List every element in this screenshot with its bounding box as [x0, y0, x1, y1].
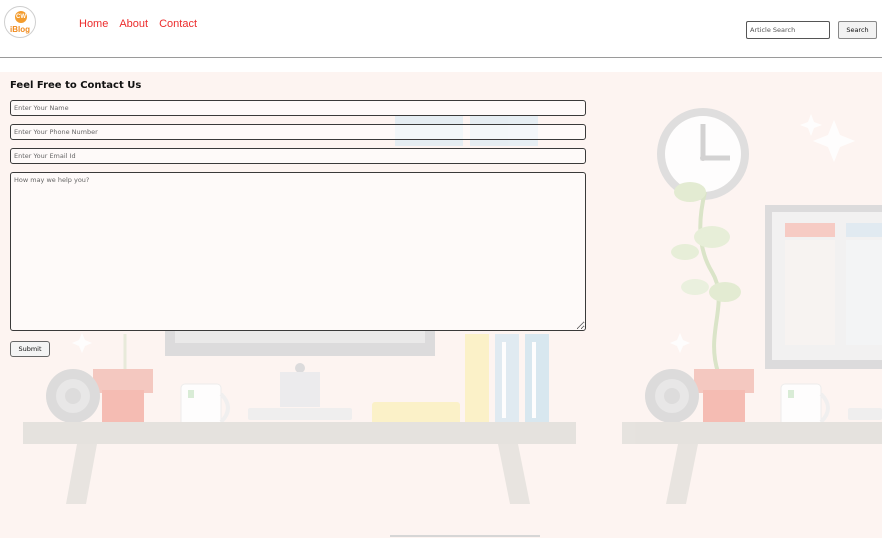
message-textarea[interactable] [10, 172, 586, 331]
horizontal-scroll-indicator[interactable] [390, 535, 540, 537]
sparkle-icon [670, 333, 690, 353]
submit-button[interactable]: Submit [10, 341, 50, 357]
logo-mark: CW [15, 11, 27, 23]
article-search-input[interactable] [746, 21, 830, 39]
logo-text: iBlog [10, 25, 30, 34]
right-desk-scene [622, 108, 882, 504]
sparkle-icon [72, 333, 92, 353]
email-field[interactable] [10, 148, 586, 164]
main-nav: Home About Contact [79, 18, 197, 30]
plant-icon [93, 334, 153, 426]
contact-form-title: Feel Free to Contact Us [10, 80, 142, 91]
sparkle-icon [800, 114, 822, 136]
navbar: CW iBlog Home About Contact Search [0, 0, 882, 58]
sparkle-icon [813, 120, 855, 162]
nav-about-link[interactable]: About [119, 18, 148, 30]
monitor-icon [765, 205, 882, 369]
name-field[interactable] [10, 100, 586, 116]
nav-home-link[interactable]: Home [79, 18, 108, 30]
logo-icon[interactable]: CW iBlog [4, 6, 36, 38]
search-button[interactable]: Search [838, 21, 877, 39]
speaker-icon [46, 369, 100, 423]
phone-field[interactable] [10, 124, 586, 140]
speaker-icon [645, 369, 699, 423]
nav-contact-link[interactable]: Contact [159, 18, 197, 30]
